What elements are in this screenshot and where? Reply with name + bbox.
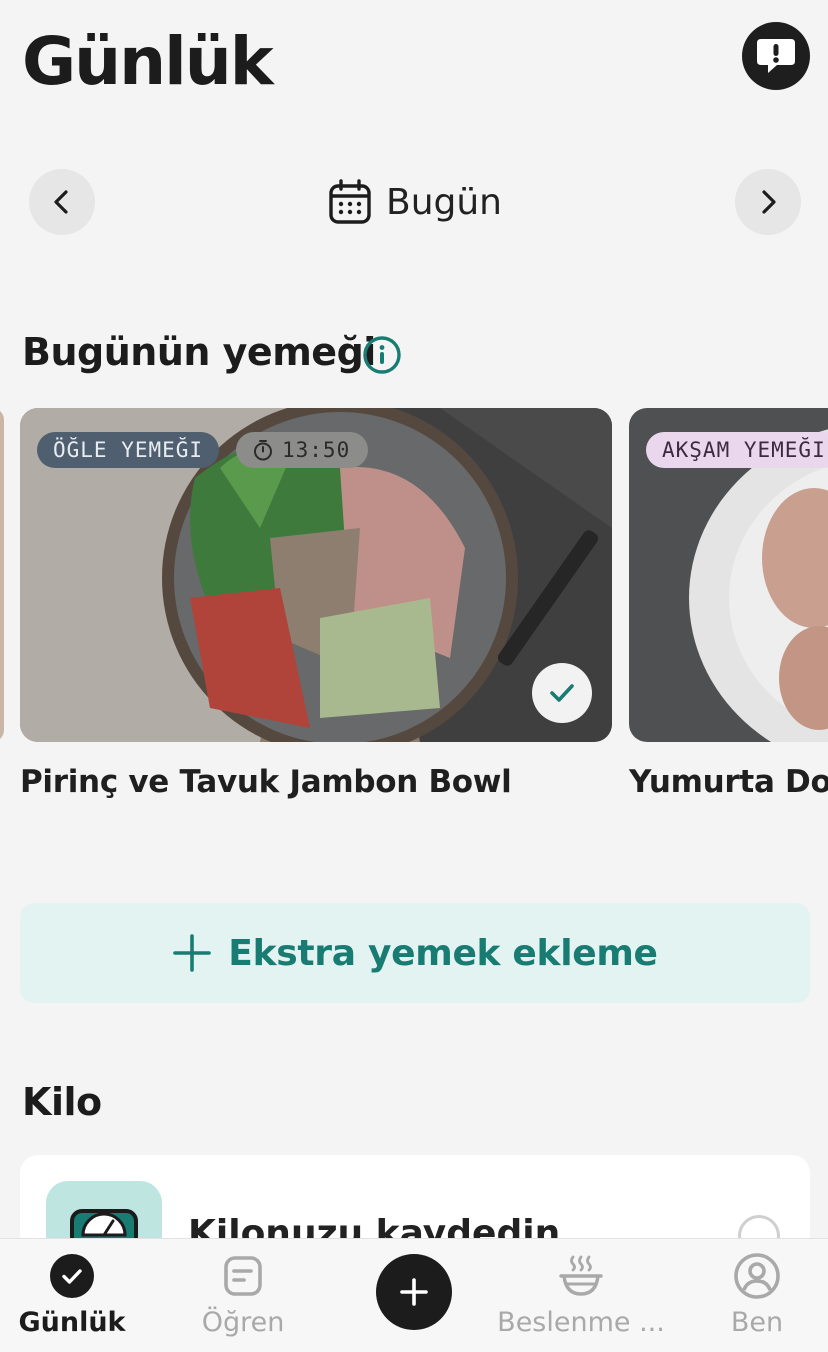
article-icon [224, 1256, 262, 1296]
meal-card[interactable]: ÖĞLE YEMEĞI 13:50 Pirinç ve Tavuk Jambon… [20, 408, 612, 800]
previous-meal-card-peek[interactable] [0, 408, 4, 742]
tab-label: Öğren [201, 1307, 285, 1338]
plus-icon [173, 934, 212, 972]
meal-card[interactable]: AKŞAM YEMEĞI Yumurta Dolı [629, 408, 828, 800]
date-label[interactable]: Bugün [386, 182, 502, 223]
next-day-button[interactable] [735, 169, 801, 235]
meals-section-title: Bugünün yemeği [22, 330, 376, 374]
header: Günlük [22, 22, 810, 102]
chevron-right-icon [762, 190, 776, 214]
meal-carousel[interactable]: ÖĞLE YEMEĞI 13:50 Pirinç ve Tavuk Jambon… [0, 408, 828, 808]
bottom-tab-bar: Günlük Öğren Beslenme ... Ben [0, 1238, 828, 1352]
tab-ogren[interactable]: Öğren [160, 1239, 326, 1352]
tab-ben[interactable]: Ben [674, 1239, 828, 1352]
timer-icon [254, 440, 272, 461]
add-extra-meal-label: Ekstra yemek ekleme [228, 932, 658, 974]
check-circle-icon [50, 1254, 94, 1298]
chevron-left-icon [54, 190, 68, 214]
bowl-icon [559, 1255, 603, 1296]
meal-name[interactable]: Pirinç ve Tavuk Jambon Bowl [20, 764, 612, 800]
tab-label: Beslenme ... [497, 1307, 665, 1338]
info-icon[interactable] [362, 335, 402, 375]
tab-label: Günlük [18, 1307, 126, 1338]
checkmark-icon [550, 684, 574, 702]
meal-name[interactable]: Yumurta Dolı [629, 764, 828, 800]
date-navigator: Bugün [29, 169, 801, 235]
calendar-icon [329, 179, 371, 224]
previous-day-button[interactable] [29, 169, 95, 235]
page-title: Günlük [22, 23, 274, 100]
plus-icon [400, 1278, 428, 1306]
meal-time-badge: 13:50 [236, 432, 369, 468]
tab-beslenme[interactable]: Beslenme ... [497, 1239, 665, 1352]
meal-completed-check[interactable] [532, 663, 592, 723]
weight-section-title: Kilo [22, 1080, 102, 1124]
tab-label: Ben [730, 1307, 784, 1338]
meal-time: 13:50 [282, 438, 351, 462]
profile-icon [734, 1253, 780, 1299]
feedback-alert-icon [757, 39, 795, 73]
add-button[interactable] [376, 1254, 452, 1330]
meal-type-badge: AKŞAM YEMEĞI [646, 432, 828, 468]
add-extra-meal-button[interactable]: Ekstra yemek ekleme [20, 903, 810, 1003]
meal-photo: AKŞAM YEMEĞI [629, 408, 828, 742]
meal-type-badge: ÖĞLE YEMEĞI [37, 432, 220, 468]
tab-gunluk[interactable]: Günlük [0, 1239, 155, 1352]
meal-photo: ÖĞLE YEMEĞI 13:50 [20, 408, 612, 742]
feedback-button[interactable] [742, 22, 810, 90]
